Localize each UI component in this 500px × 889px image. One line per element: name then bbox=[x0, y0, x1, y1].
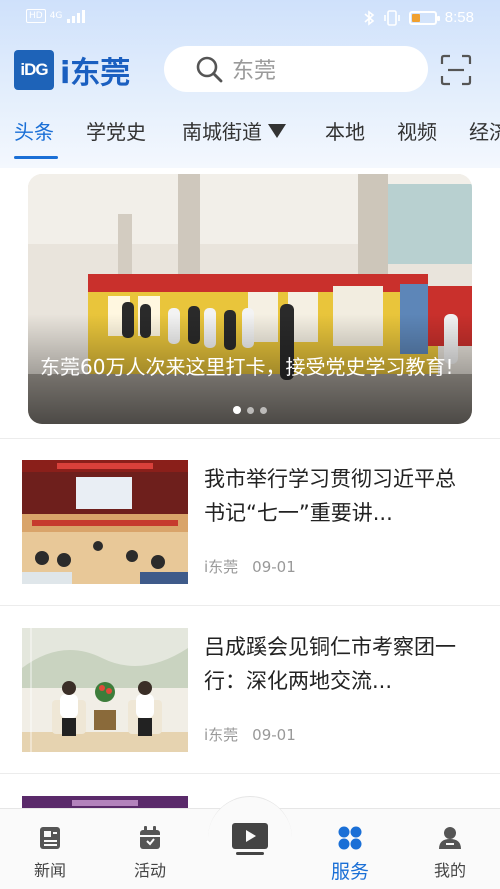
vibrate-icon bbox=[383, 9, 400, 26]
nav-activities[interactable]: 活动 bbox=[110, 809, 190, 889]
search-placeholder: 东莞 bbox=[232, 59, 277, 84]
divider bbox=[0, 773, 500, 774]
news-date: 09-01 bbox=[252, 726, 296, 744]
network-type: 4G bbox=[49, 10, 63, 21]
status-right: 8:58 bbox=[363, 9, 474, 26]
news-title: 我市举行学习贯彻习近平总书记“七一”重要讲... bbox=[204, 467, 456, 525]
center-video-button[interactable] bbox=[208, 796, 292, 880]
news-meta: i东莞 09-01 bbox=[204, 724, 296, 745]
category-tabs: 头条 学党史 南城街道 本地 视频 经济 bbox=[0, 110, 500, 162]
battery-level bbox=[411, 13, 420, 22]
user-icon bbox=[439, 827, 461, 849]
divider bbox=[0, 438, 500, 439]
news-source: i东莞 bbox=[204, 726, 239, 744]
news-meta: i东莞 09-01 bbox=[204, 556, 296, 577]
search-icon bbox=[196, 56, 223, 83]
news-title: 吕成蹊会见铜仁市考察团一行：深化两地交流... bbox=[204, 635, 456, 693]
tab-headlines[interactable]: 头条 bbox=[14, 116, 54, 145]
status-left: HD 4G bbox=[26, 9, 86, 23]
nav-me[interactable]: 我的 bbox=[410, 809, 490, 889]
headline-banner[interactable]: 东莞60万人次来这里打卡，接受党史学习教育! bbox=[28, 174, 472, 424]
battery-icon bbox=[408, 10, 440, 25]
nav-label: 新闻 bbox=[33, 861, 66, 880]
divider bbox=[0, 605, 500, 606]
signal-icon bbox=[67, 10, 86, 23]
dropdown-caret-icon bbox=[268, 124, 286, 138]
tab-nancheng-street[interactable]: 南城街道 bbox=[182, 116, 286, 145]
tab-party-history[interactable]: 学党史 bbox=[86, 116, 146, 145]
logo-mark: iDG bbox=[14, 50, 54, 90]
app-logo: iDG i东莞 bbox=[14, 48, 130, 92]
banner-title: 东莞60万人次来这里打卡，接受党史学习教育! bbox=[40, 355, 454, 379]
tab-economy[interactable]: 经济 bbox=[469, 116, 500, 145]
nav-news[interactable]: 新闻 bbox=[10, 809, 90, 889]
active-tab-indicator bbox=[14, 156, 58, 159]
news-item[interactable]: 我市举行学习贯彻习近平总书记“七一”重要讲... i东莞 09-01 bbox=[0, 460, 500, 625]
nav-label: 服务 bbox=[330, 861, 369, 883]
carousel-dot[interactable] bbox=[247, 407, 254, 414]
tab-local[interactable]: 本地 bbox=[325, 116, 365, 145]
carousel-dot[interactable] bbox=[260, 407, 267, 414]
nav-label: 我的 bbox=[433, 861, 466, 880]
video-play-icon bbox=[232, 822, 268, 855]
calendar-icon bbox=[140, 826, 160, 849]
carousel-dot[interactable] bbox=[233, 406, 241, 414]
nav-label: 活动 bbox=[133, 861, 166, 880]
news-item[interactable]: 吕成蹊会见铜仁市考察团一行：深化两地交流... i东莞 09-01 bbox=[0, 628, 500, 793]
news-date: 09-01 bbox=[252, 558, 296, 576]
search-box[interactable]: 东莞 bbox=[164, 46, 428, 92]
news-thumbnail bbox=[22, 628, 188, 752]
news-source: i东莞 bbox=[204, 558, 239, 576]
bluetooth-icon bbox=[364, 9, 375, 26]
status-bar: HD 4G 8:58 bbox=[0, 0, 500, 36]
hd-badge: HD bbox=[26, 9, 46, 23]
services-grid-icon bbox=[338, 826, 362, 850]
scan-icon[interactable] bbox=[440, 54, 472, 86]
tab-video[interactable]: 视频 bbox=[397, 116, 437, 145]
news-thumbnail bbox=[22, 460, 188, 584]
carousel-dots bbox=[28, 406, 472, 414]
nav-services[interactable]: 服务 bbox=[310, 809, 390, 889]
status-time: 8:58 bbox=[444, 9, 474, 26]
tab-nancheng-label: 南城街道 bbox=[182, 120, 262, 144]
logo-text: i东莞 bbox=[60, 56, 131, 91]
news-icon bbox=[40, 827, 60, 849]
